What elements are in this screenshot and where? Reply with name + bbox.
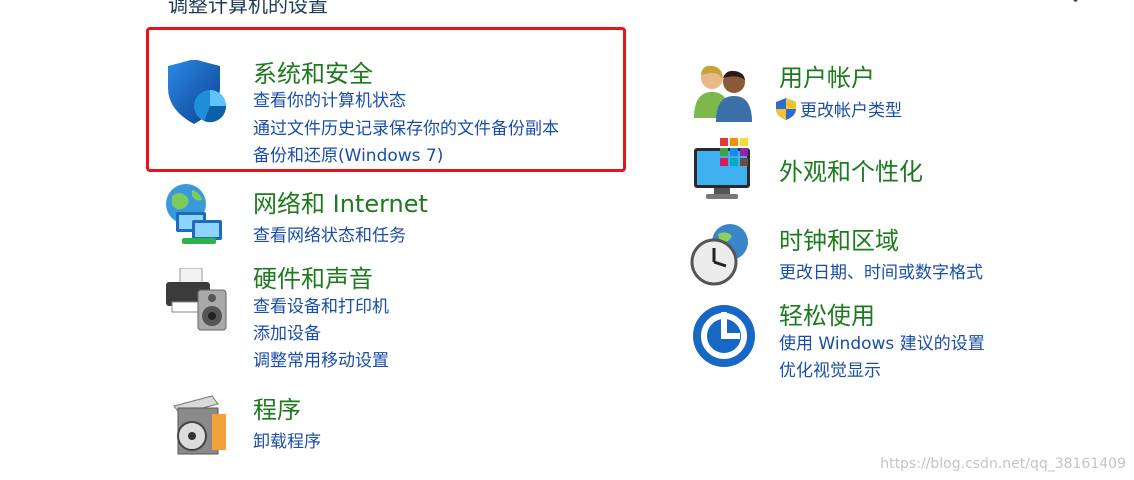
category-title-ease-of-access[interactable]: 轻松使用 bbox=[779, 296, 875, 331]
watermark: https://blog.csdn.net/qq_38161409 bbox=[880, 456, 1126, 472]
monitor-palette-icon[interactable] bbox=[692, 138, 756, 202]
link-backup-restore[interactable]: 备份和还原(Windows 7) bbox=[253, 141, 443, 166]
chevron-down-icon[interactable]: ⌄ bbox=[1068, 0, 1083, 7]
link-change-date-time-format[interactable]: 更改日期、时间或数字格式 bbox=[779, 258, 983, 283]
uac-shield-icon bbox=[776, 98, 796, 120]
ease-of-access-icon[interactable] bbox=[692, 304, 756, 368]
printer-speaker-icon[interactable] bbox=[164, 268, 228, 332]
category-title-user-accounts[interactable]: 用户帐户 bbox=[779, 58, 875, 93]
category-title-appearance[interactable]: 外观和个性化 bbox=[779, 152, 923, 187]
category-title-programs[interactable]: 程序 bbox=[253, 390, 301, 425]
link-add-device[interactable]: 添加设备 bbox=[253, 319, 321, 344]
network-globe-icon[interactable] bbox=[162, 182, 226, 246]
programs-disc-icon[interactable] bbox=[168, 392, 232, 456]
link-uninstall-program[interactable]: 卸载程序 bbox=[253, 427, 321, 452]
link-recommended-settings[interactable]: 使用 Windows 建议的设置 bbox=[779, 329, 985, 354]
clock-globe-icon[interactable] bbox=[688, 222, 752, 286]
link-change-account-type[interactable]: 更改帐户类型 bbox=[776, 96, 902, 121]
link-optimize-visual-display[interactable]: 优化视觉显示 bbox=[779, 356, 881, 381]
link-view-network-status[interactable]: 查看网络状态和任务 bbox=[253, 221, 406, 246]
users-icon[interactable] bbox=[692, 62, 756, 126]
category-title-clock-region[interactable]: 时钟和区域 bbox=[779, 221, 899, 256]
security-shield-icon[interactable] bbox=[164, 60, 228, 124]
category-title-system-security[interactable]: 系统和安全 bbox=[253, 54, 373, 89]
link-mobility-settings[interactable]: 调整常用移动设置 bbox=[253, 346, 389, 371]
page-title: 调整计算机的设置 bbox=[168, 0, 328, 17]
link-file-history-backup[interactable]: 通过文件历史记录保存你的文件备份副本 bbox=[253, 114, 559, 139]
link-view-devices-printers[interactable]: 查看设备和打印机 bbox=[253, 292, 389, 317]
link-view-computer-status[interactable]: 查看你的计算机状态 bbox=[253, 86, 406, 111]
category-title-network[interactable]: 网络和 Internet bbox=[253, 184, 428, 219]
category-title-hardware-sound[interactable]: 硬件和声音 bbox=[253, 259, 373, 294]
link-change-account-type-label: 更改帐户类型 bbox=[800, 101, 902, 121]
